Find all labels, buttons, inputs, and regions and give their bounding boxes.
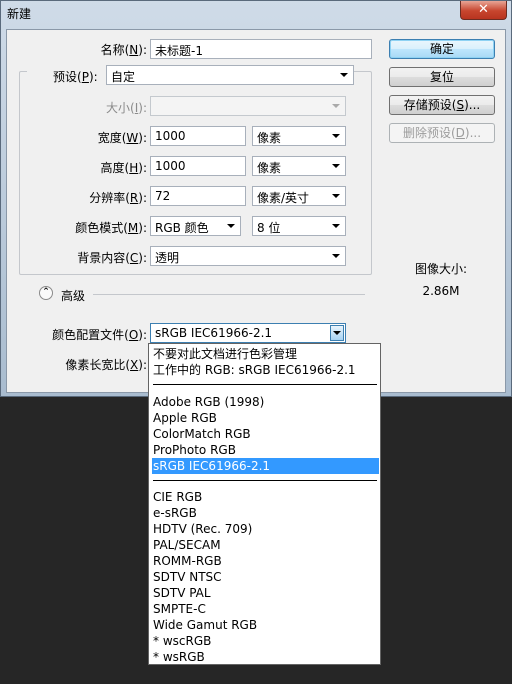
ok-button[interactable]: 确定 <box>389 39 495 59</box>
height-label: 高度(H): <box>100 161 147 175</box>
list-item[interactable]: Wide Gamut RGB <box>152 617 379 633</box>
list-item[interactable]: SMPTE-C <box>152 601 379 617</box>
bit-depth-select[interactable]: 8 位 <box>252 216 346 236</box>
list-item[interactable]: ProPhoto RGB <box>152 442 379 458</box>
list-item[interactable]: CIE RGB <box>152 489 379 505</box>
pixel-aspect-label: 像素长宽比(X): <box>65 358 147 372</box>
height-input[interactable]: 1000 <box>150 156 246 176</box>
list-item[interactable]: ROMM-RGB <box>152 553 379 569</box>
delete-preset-button: 删除预设(D)... <box>389 123 495 143</box>
color-profile-dropdown-list[interactable]: 不要对此文档进行色彩管理 工作中的 RGB: sRGB IEC61966-2.1… <box>148 343 381 665</box>
name-input[interactable]: 未标题-1 <box>150 39 372 59</box>
color-mode-select[interactable]: RGB 颜色 <box>150 216 241 236</box>
chevron-down-icon <box>227 224 235 228</box>
list-item[interactable]: SDTV NTSC <box>152 569 379 585</box>
list-item[interactable]: e-sRGB <box>152 505 379 521</box>
image-size-value: 2.86M <box>422 284 460 298</box>
list-item[interactable]: * wsRGB <box>152 649 379 665</box>
list-item[interactable]: * wscRGB <box>152 633 379 649</box>
size-label: 大小(I): <box>106 101 147 115</box>
size-select <box>150 96 346 116</box>
dialog-body: 名称(N): 未标题-1 预设(P): 自定 大小(I): 宽度(W): 100… <box>6 29 506 393</box>
chevron-down-icon <box>332 194 340 198</box>
dropdown-button[interactable] <box>330 325 344 341</box>
resolution-label: 分辨率(R): <box>89 191 147 205</box>
resolution-input[interactable]: 72 <box>150 186 246 206</box>
height-unit-select[interactable]: 像素 <box>252 156 346 176</box>
width-input[interactable]: 1000 <box>150 126 246 146</box>
list-item[interactable]: 工作中的 RGB: sRGB IEC61966-2.1 <box>152 362 379 378</box>
color-profile-select[interactable]: sRGB IEC61966-2.1 <box>150 323 346 343</box>
list-item[interactable]: Adobe RGB (1998) <box>152 394 379 410</box>
list-item[interactable]: SDTV PAL <box>152 585 379 601</box>
advanced-divider <box>93 294 365 295</box>
resolution-unit-select[interactable]: 像素/英寸 <box>252 186 346 206</box>
preset-select[interactable]: 自定 <box>106 65 354 85</box>
advanced-toggle-button[interactable]: ⌃ <box>39 286 53 300</box>
chevron-down-icon <box>332 164 340 168</box>
advanced-label: 高级 <box>61 289 86 303</box>
name-label: 名称(N): <box>100 43 147 57</box>
title-bar[interactable]: 新建 ✕ <box>1 1 511 23</box>
list-item[interactable]: PAL/SECAM <box>152 537 379 553</box>
chevron-down-icon <box>340 73 348 77</box>
chevron-down-icon <box>332 104 340 108</box>
list-separator <box>153 384 377 385</box>
color-profile-label: 颜色配置文件(O): <box>52 328 147 342</box>
new-document-dialog: 新建 ✕ 名称(N): 未标题-1 预设(P): 自定 大小(I): 宽度(W)… <box>0 0 512 397</box>
chevron-down-icon <box>332 134 340 138</box>
reset-button[interactable]: 复位 <box>389 67 495 87</box>
width-label: 宽度(W): <box>97 131 147 145</box>
color-mode-label: 颜色模式(M): <box>75 221 147 235</box>
list-item[interactable]: HDTV (Rec. 709) <box>152 521 379 537</box>
background-label: 背景内容(C): <box>77 251 147 265</box>
chevron-down-icon <box>333 331 341 335</box>
close-button[interactable]: ✕ <box>460 1 507 20</box>
image-size-label: 图像大小: <box>414 262 468 276</box>
chevron-up-icon: ⌃ <box>42 287 50 297</box>
save-preset-button[interactable]: 存储预设(S)... <box>389 95 495 115</box>
list-item-selected[interactable]: sRGB IEC61966-2.1 <box>152 458 379 474</box>
close-icon: ✕ <box>478 2 489 17</box>
list-item[interactable]: 不要对此文档进行色彩管理 <box>152 346 379 362</box>
list-item[interactable]: ColorMatch RGB <box>152 426 379 442</box>
list-separator <box>153 480 377 481</box>
list-item[interactable]: Apple RGB <box>152 410 379 426</box>
chevron-down-icon <box>332 254 340 258</box>
chevron-down-icon <box>332 224 340 228</box>
window-title: 新建 <box>7 7 32 21</box>
width-unit-select[interactable]: 像素 <box>252 126 346 146</box>
background-select[interactable]: 透明 <box>150 246 346 266</box>
